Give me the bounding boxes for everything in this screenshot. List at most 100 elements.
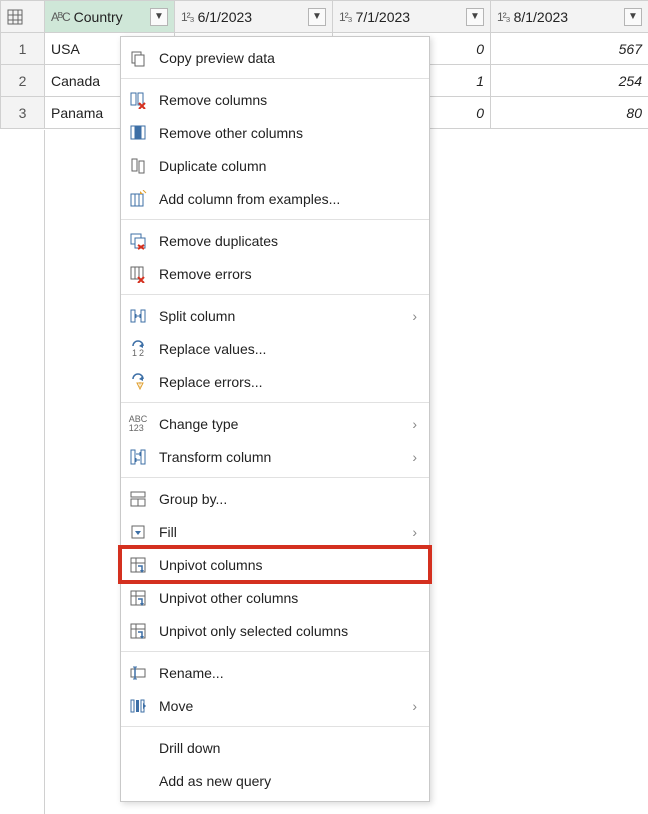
number-type-icon: 1²₃ [339, 10, 352, 24]
menu-label: Group by... [159, 491, 417, 507]
number-type-icon: 1²₃ [181, 10, 194, 24]
menu-fill[interactable]: Fill › [121, 515, 429, 548]
menu-separator [121, 477, 429, 478]
rename-icon [127, 662, 149, 684]
menu-label: Remove columns [159, 92, 417, 108]
menu-label: Drill down [159, 740, 417, 756]
column-header-country[interactable]: AᴮC Country ▼ [45, 1, 175, 33]
menu-label: Move [159, 698, 402, 714]
copy-icon [127, 47, 149, 69]
filter-dropdown-button[interactable]: ▼ [624, 8, 642, 26]
column-context-menu: Copy preview data Remove columns Remove … [120, 36, 430, 802]
svg-text:!: ! [139, 382, 141, 389]
menu-replace-errors[interactable]: ! Replace errors... [121, 365, 429, 398]
table-icon [7, 9, 38, 25]
menu-label: Add column from examples... [159, 191, 417, 207]
menu-label: Transform column [159, 449, 402, 465]
replace-values-icon: 12 [127, 338, 149, 360]
chevron-right-icon: › [412, 449, 417, 465]
chevron-right-icon: › [412, 698, 417, 714]
svg-text:1: 1 [132, 348, 137, 358]
menu-label: Replace errors... [159, 374, 417, 390]
filter-dropdown-button[interactable]: ▼ [466, 8, 484, 26]
column-header-date3[interactable]: 1²₃ 8/1/2023 ▼ [491, 1, 648, 33]
row-index[interactable]: 2 [1, 65, 45, 97]
group-by-icon [127, 488, 149, 510]
unpivot-columns-icon [127, 554, 149, 576]
unpivot-selected-columns-icon [127, 620, 149, 642]
column-label: 8/1/2023 [514, 9, 569, 25]
column-header-date1[interactable]: 1²₃ 6/1/2023 ▼ [175, 1, 333, 33]
column-header-date2[interactable]: 1²₃ 7/1/2023 ▼ [333, 1, 491, 33]
duplicate-column-icon [127, 155, 149, 177]
blank-icon [127, 737, 149, 759]
filter-dropdown-button[interactable]: ▼ [308, 8, 326, 26]
menu-add-column-from-examples[interactable]: Add column from examples... [121, 182, 429, 215]
menu-separator [121, 294, 429, 295]
menu-copy-preview-data[interactable]: Copy preview data [121, 41, 429, 74]
menu-label: Change type [159, 416, 402, 432]
menu-remove-errors[interactable]: Remove errors [121, 257, 429, 290]
menu-label: Remove duplicates [159, 233, 417, 249]
header-row: AᴮC Country ▼ 1²₃ 6/1/2023 ▼ 1²₃ 7/1/202… [1, 1, 648, 33]
replace-errors-icon: ! [127, 371, 149, 393]
menu-unpivot-columns[interactable]: Unpivot columns [121, 548, 429, 581]
column-label: 7/1/2023 [356, 9, 411, 25]
add-column-examples-icon [127, 188, 149, 210]
remove-columns-icon [127, 89, 149, 111]
menu-replace-values[interactable]: 12 Replace values... [121, 332, 429, 365]
remove-duplicates-icon [127, 230, 149, 252]
menu-split-column[interactable]: Split column › [121, 299, 429, 332]
row-index[interactable]: 3 [1, 97, 45, 129]
menu-transform-column[interactable]: Transform column › [121, 440, 429, 473]
chevron-right-icon: › [412, 416, 417, 432]
text-type-icon: AᴮC [51, 10, 70, 24]
menu-remove-columns[interactable]: Remove columns [121, 83, 429, 116]
menu-duplicate-column[interactable]: Duplicate column [121, 149, 429, 182]
menu-separator [121, 219, 429, 220]
menu-label: Remove errors [159, 266, 417, 282]
row-index[interactable]: 1 [1, 33, 45, 65]
menu-label: Rename... [159, 665, 417, 681]
number-type-icon: 1²₃ [497, 10, 510, 24]
cell-value[interactable]: 254 [491, 65, 648, 97]
cell-value[interactable]: 567 [491, 33, 648, 65]
remove-other-columns-icon [127, 122, 149, 144]
filter-dropdown-button[interactable]: ▼ [150, 8, 168, 26]
column-label: Country [74, 9, 123, 25]
split-column-icon [127, 305, 149, 327]
menu-separator [121, 402, 429, 403]
menu-label: Copy preview data [159, 50, 417, 66]
remove-errors-icon [127, 263, 149, 285]
menu-label: Fill [159, 524, 402, 540]
chevron-right-icon: › [412, 308, 417, 324]
column-label: 6/1/2023 [198, 9, 253, 25]
menu-change-type[interactable]: ABC123 Change type › [121, 407, 429, 440]
menu-label: Add as new query [159, 773, 417, 789]
menu-label: Replace values... [159, 341, 417, 357]
menu-drill-down[interactable]: Drill down [121, 731, 429, 764]
move-icon [127, 695, 149, 717]
select-all-corner[interactable] [1, 1, 45, 33]
menu-label: Duplicate column [159, 158, 417, 174]
menu-separator [121, 726, 429, 727]
menu-remove-duplicates[interactable]: Remove duplicates [121, 224, 429, 257]
menu-remove-other-columns[interactable]: Remove other columns [121, 116, 429, 149]
chevron-right-icon: › [412, 524, 417, 540]
menu-label: Split column [159, 308, 402, 324]
menu-add-as-new-query[interactable]: Add as new query [121, 764, 429, 797]
menu-label: Unpivot only selected columns [159, 623, 417, 639]
menu-unpivot-other-columns[interactable]: Unpivot other columns [121, 581, 429, 614]
menu-label: Unpivot other columns [159, 590, 417, 606]
fill-icon [127, 521, 149, 543]
menu-unpivot-only-selected-columns[interactable]: Unpivot only selected columns [121, 614, 429, 647]
svg-text:2: 2 [139, 348, 144, 358]
change-type-icon: ABC123 [127, 413, 149, 435]
cell-value[interactable]: 80 [491, 97, 648, 129]
menu-label: Unpivot columns [159, 557, 417, 573]
menu-group-by[interactable]: Group by... [121, 482, 429, 515]
menu-move[interactable]: Move › [121, 689, 429, 722]
menu-label: Remove other columns [159, 125, 417, 141]
menu-separator [121, 651, 429, 652]
menu-rename[interactable]: Rename... [121, 656, 429, 689]
